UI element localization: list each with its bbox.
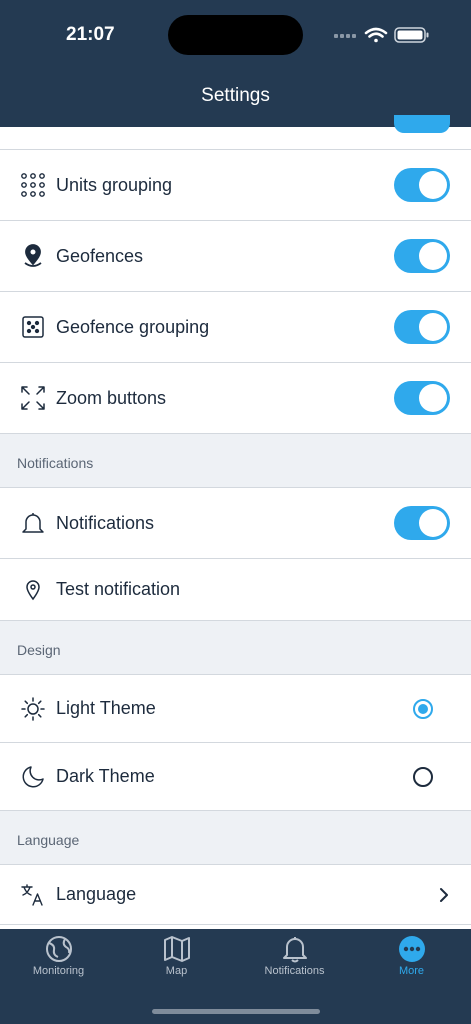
row-label: Units grouping [56,174,173,195]
bell-icon [20,510,46,536]
row-label: Geofences [56,245,144,266]
tab-label: More [398,965,425,977]
section-label: Design [17,642,61,658]
row-dark-theme[interactable]: Dark Theme [0,743,471,811]
expand-arrows-icon [20,385,46,411]
partial-row [0,115,471,150]
geofences-toggle[interactable] [394,239,450,273]
moon-icon [20,764,46,790]
row-language[interactable]: Language [0,865,471,925]
tab-label: Map [165,965,188,977]
row-geofence-grouping[interactable]: Geofence grouping [0,292,471,363]
row-light-theme[interactable]: Light Theme [0,675,471,743]
zoom-buttons-toggle[interactable] [394,381,450,415]
settings-list: Units grouping Geofences Geofence groupi… [0,115,471,925]
translate-icon [20,882,46,908]
more-icon [399,936,425,962]
geofence-grouping-toggle[interactable] [394,310,450,344]
notifications-toggle[interactable] [394,506,450,540]
tab-label: Monitoring [32,965,85,977]
battery-icon [394,27,429,43]
dots-grid-icon [20,172,46,198]
sun-icon [20,696,46,722]
tab-label: Notifications [264,965,325,977]
row-label: Dark Theme [56,766,155,786]
map-pin-outline-icon [20,577,46,603]
row-label: Test notification [56,579,181,599]
top-header: 21:07 Settings [0,0,471,127]
section-header-design: Design [0,621,471,675]
status-icons [334,27,429,43]
location-pin-icon [20,243,46,269]
section-label: Notifications [17,455,94,471]
section-header-language: Language [0,811,471,865]
row-label: Language [56,884,137,904]
partial-toggle[interactable] [394,115,450,133]
home-indicator [152,1009,320,1014]
dynamic-island [168,15,303,55]
map-icon [164,936,190,962]
section-label: Language [17,832,80,848]
tab-notifications[interactable]: Notifications [236,929,353,989]
row-notifications[interactable]: Notifications [0,488,471,559]
row-label: Light Theme [56,698,156,718]
row-zoom-buttons[interactable]: Zoom buttons [0,363,471,434]
dice-icon [20,314,46,340]
tab-monitoring[interactable]: Monitoring [0,929,117,989]
globe-icon [46,936,72,962]
units-grouping-toggle[interactable] [394,168,450,202]
tab-map[interactable]: Map [118,929,235,989]
row-test-notification[interactable]: Test notification [0,559,471,621]
light-theme-radio[interactable] [413,698,433,719]
section-header-notifications: Notifications [0,434,471,488]
row-geofences[interactable]: Geofences [0,221,471,292]
chevron-right-icon [440,887,448,902]
row-label: Zoom buttons [56,387,167,408]
bell-icon [283,937,307,963]
status-time: 21:07 [66,24,115,45]
tab-more[interactable]: More [353,929,470,989]
row-label: Notifications [56,512,155,533]
page-title: Settings [201,85,270,106]
wifi-icon [364,27,388,43]
dark-theme-radio[interactable] [413,766,433,787]
row-units-grouping[interactable]: Units grouping [0,150,471,221]
signal-icon [334,34,356,38]
row-label: Geofence grouping [56,316,210,337]
